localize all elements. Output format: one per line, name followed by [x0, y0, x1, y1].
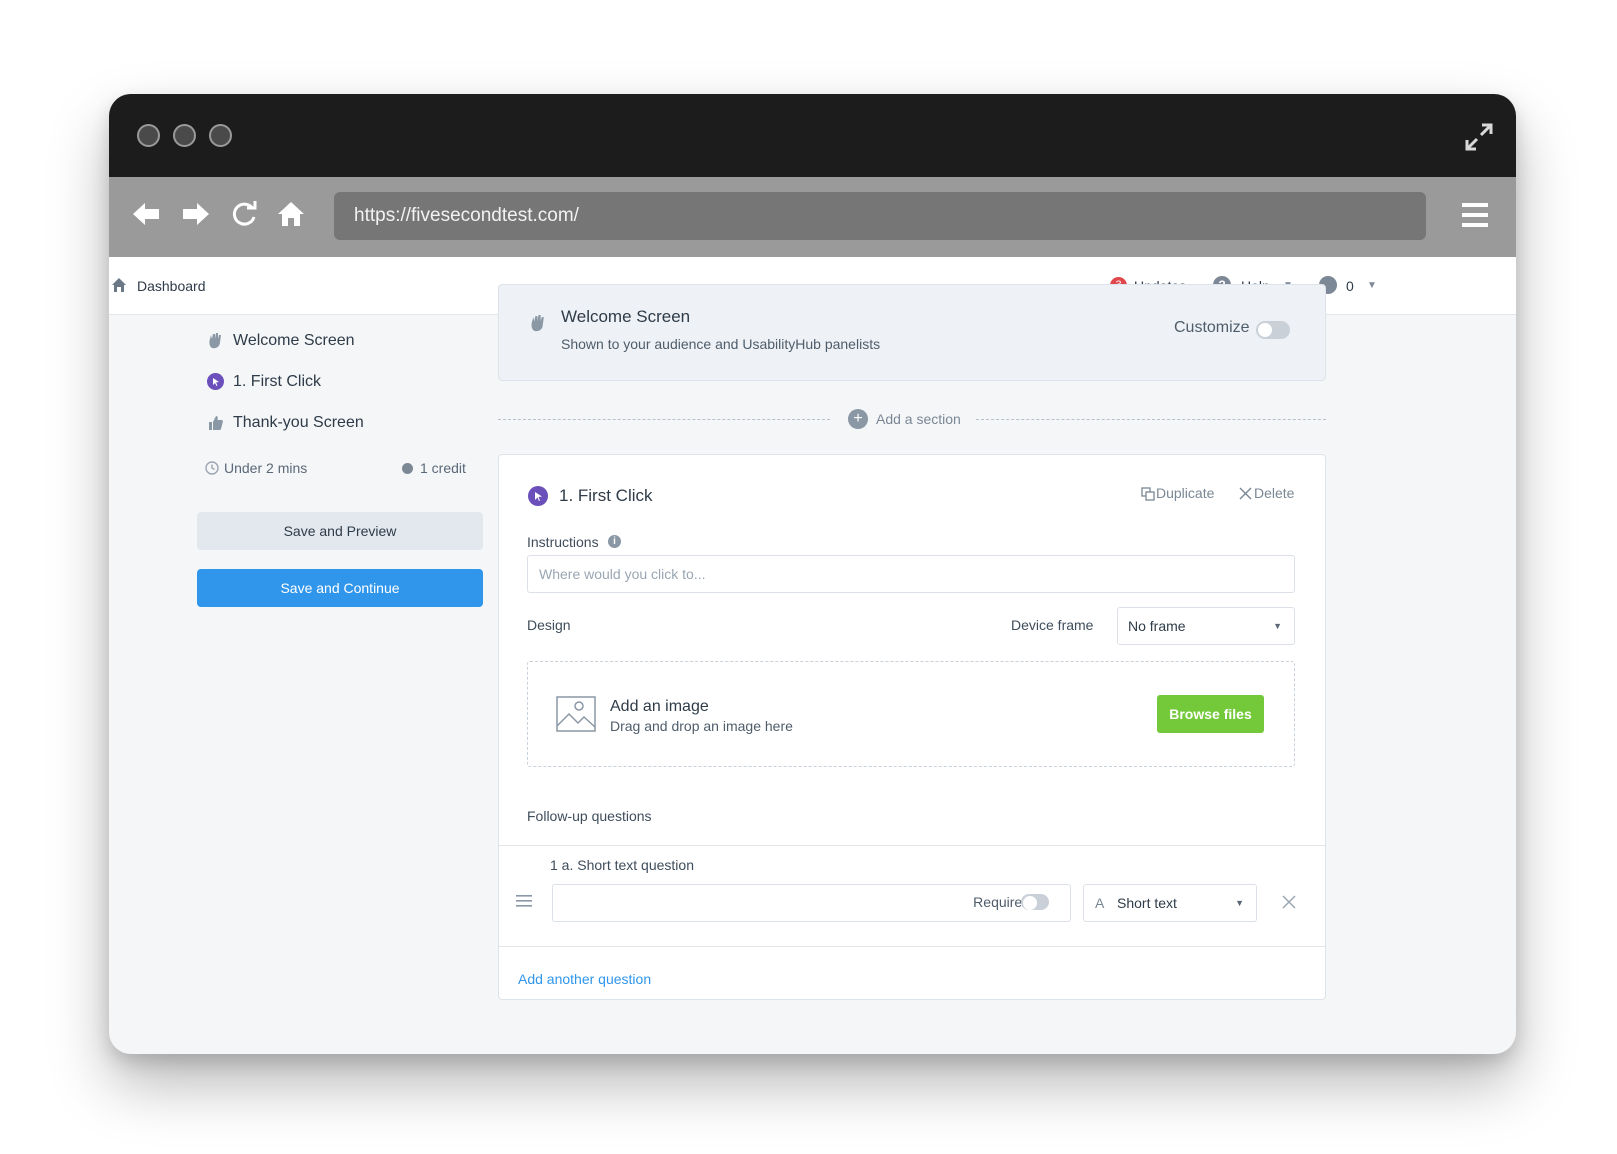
dashboard-link[interactable]: Dashboard: [137, 278, 206, 294]
save-and-preview-button[interactable]: Save and Preview: [197, 512, 483, 550]
question-type-select[interactable]: A Short text ▼: [1083, 884, 1257, 922]
instructions-input[interactable]: Where would you click to...: [527, 555, 1295, 593]
instructions-label: Instructions: [527, 534, 599, 550]
thumbs-up-icon: [209, 416, 223, 430]
window-titlebar: [109, 94, 1516, 177]
question-label: 1 a. Short text question: [550, 857, 694, 873]
dashboard-home-icon: [112, 278, 126, 292]
credit-cost: 1 credit: [420, 460, 466, 476]
question-type-value: Short text: [1117, 895, 1177, 911]
home-icon[interactable]: [276, 199, 306, 229]
close-window-button[interactable]: [137, 124, 160, 147]
info-icon[interactable]: i: [608, 535, 621, 548]
dropzone-subtitle: Drag and drop an image here: [610, 718, 793, 734]
close-icon: [1239, 487, 1252, 500]
maximize-window-button[interactable]: [209, 124, 232, 147]
sidebar-item-thank-you[interactable]: Thank-you Screen: [233, 414, 364, 432]
image-dropzone[interactable]: Add an image Drag and drop an image here…: [527, 661, 1295, 767]
divider: [499, 845, 1325, 846]
chevron-down-icon: ▼: [1273, 621, 1282, 631]
follow-up-questions-label: Follow-up questions: [527, 808, 652, 824]
credit-icon: [402, 463, 413, 474]
reload-icon[interactable]: [229, 199, 259, 229]
dropzone-title: Add an image: [610, 698, 709, 715]
sidebar-item-welcome[interactable]: Welcome Screen: [233, 332, 355, 350]
duplicate-button[interactable]: Duplicate: [1156, 485, 1214, 501]
browser-menu-icon[interactable]: [1462, 202, 1488, 228]
image-icon: [556, 696, 596, 732]
customize-toggle[interactable]: [1256, 321, 1290, 339]
browser-toolbar: https://fivesecondtest.com/: [109, 177, 1516, 257]
fullscreen-icon[interactable]: [1464, 122, 1494, 152]
text-type-icon: A: [1095, 895, 1105, 911]
question-text-input[interactable]: Required: [552, 884, 1071, 922]
wave-hand-icon: [531, 315, 544, 332]
cursor-click-icon: [528, 486, 548, 506]
duplicate-icon: [1141, 487, 1155, 501]
customize-label: Customize: [1174, 319, 1250, 336]
duration-estimate: Under 2 mins: [224, 460, 308, 476]
cursor-click-icon: [207, 373, 224, 390]
add-section-row: + Add a section: [498, 409, 1326, 429]
delete-button[interactable]: Delete: [1254, 485, 1294, 501]
device-frame-label: Device frame: [1011, 617, 1094, 633]
divider: [498, 419, 830, 420]
drag-handle-icon[interactable]: [516, 895, 532, 907]
forward-icon[interactable]: [181, 199, 211, 229]
divider: [499, 946, 1325, 947]
device-frame-select[interactable]: No frame ▼: [1117, 607, 1295, 645]
plus-icon[interactable]: +: [848, 409, 868, 429]
credits-menu[interactable]: 0: [1346, 278, 1354, 294]
device-frame-value: No frame: [1128, 618, 1186, 634]
design-label: Design: [527, 617, 571, 633]
clock-icon: [205, 461, 219, 475]
chevron-down-icon: ▼: [1235, 898, 1244, 908]
save-and-continue-button[interactable]: Save and Continue: [197, 569, 483, 607]
add-section-button[interactable]: Add a section: [876, 411, 961, 427]
browse-files-button[interactable]: Browse files: [1157, 695, 1264, 733]
divider: [976, 419, 1326, 420]
welcome-screen-card[interactable]: Welcome Screen Shown to your audience an…: [498, 284, 1326, 381]
welcome-screen-title: Welcome Screen: [561, 307, 691, 326]
chevron-down-icon: ▼: [1367, 280, 1377, 291]
add-another-question-link[interactable]: Add another question: [518, 971, 651, 987]
remove-question-icon[interactable]: [1281, 894, 1297, 910]
section-title: 1. First Click: [559, 486, 653, 505]
browser-window: https://fivesecondtest.com/ Dashboard 3 …: [109, 94, 1516, 1054]
sidebar-item-first-click[interactable]: 1. First Click: [233, 373, 321, 391]
wave-hand-icon: [209, 333, 221, 349]
required-toggle[interactable]: [1021, 894, 1049, 910]
minimize-window-button[interactable]: [173, 124, 196, 147]
back-icon[interactable]: [131, 199, 161, 229]
welcome-screen-subtitle: Shown to your audience and UsabilityHub …: [561, 336, 881, 352]
address-bar[interactable]: https://fivesecondtest.com/: [334, 192, 1426, 240]
first-click-section-card: 1. First Click Duplicate Delete Instruct…: [498, 454, 1326, 1000]
